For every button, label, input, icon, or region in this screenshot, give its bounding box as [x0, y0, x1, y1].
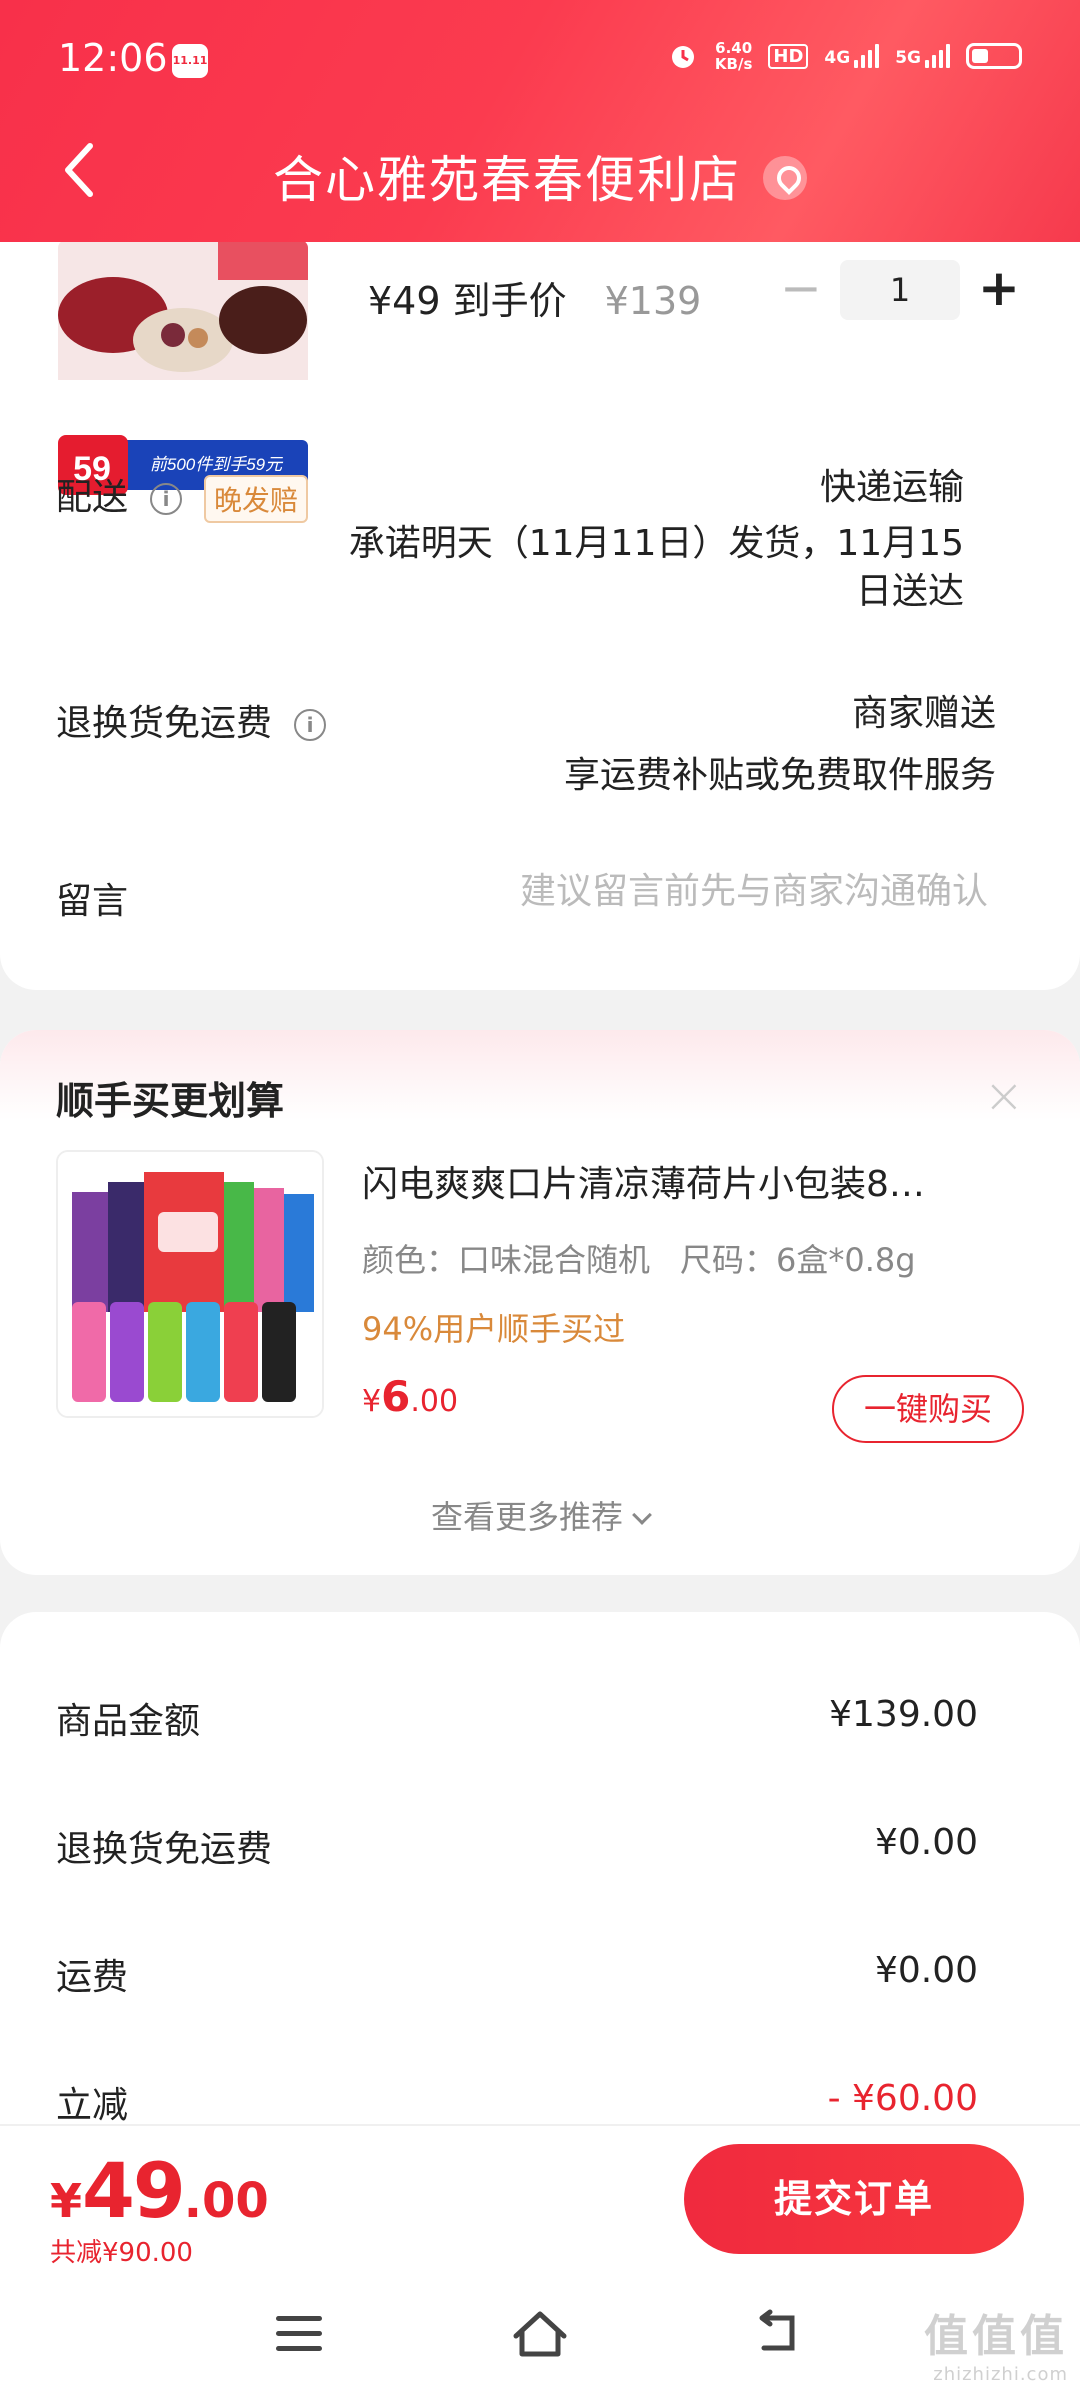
spec-size: 尺码：6盒*0.8g	[680, 1241, 916, 1279]
quantity-plus-button[interactable]: +	[978, 260, 1020, 320]
back-icon[interactable]	[752, 2308, 802, 2358]
price-summary-card: 商品金额 ¥139.00 退换货免运费 ¥0.00 运费 ¥0.00 立减 - …	[0, 1612, 1080, 2132]
recommend-product-name[interactable]: 闪电爽爽口片清凉薄荷片小包装8…	[362, 1155, 1022, 1207]
menu-icon[interactable]	[276, 2316, 322, 2352]
recommend-price-dec: .00	[410, 1384, 459, 1419]
summary-label: 运费	[56, 1957, 129, 1998]
message-label: 留言	[56, 881, 129, 922]
info-icon[interactable]: i	[150, 483, 183, 515]
alarm-icon	[671, 46, 694, 68]
battery-icon	[966, 43, 1022, 69]
status-icons: 6.40 KB/s HD 4G 5G	[667, 40, 1022, 72]
message-input[interactable]: 建议留言前先与商家沟通确认	[520, 868, 988, 916]
delivery-promise-2: 日送达	[855, 571, 964, 612]
signal-4g-icon: 4G	[824, 44, 880, 68]
recommend-product-spec: 颜色：口味混合随机 尺码：6盒*0.8g	[362, 1235, 916, 1281]
app-notification-icon: 11.11	[172, 44, 208, 78]
more-recommendations-label: 查看更多推荐	[430, 1498, 623, 1536]
more-recommendations-link[interactable]: 查看更多推荐	[0, 1492, 1080, 1538]
summary-value: ¥0.00	[874, 1950, 978, 1991]
recommend-product-image[interactable]	[56, 1150, 324, 1418]
status-bar: 12:06 11.11 6.40 KB/s HD 4G 5G	[0, 0, 1080, 120]
one-click-buy-button[interactable]: 一键购买	[832, 1375, 1024, 1443]
original-price: ¥139	[604, 279, 702, 323]
return-shipping-row: 退换货免运费 i	[56, 694, 327, 746]
header: 12:06 11.11 6.40 KB/s HD 4G 5G 合心雅苑春春便利店	[0, 0, 1080, 242]
store-name: 合心雅苑春春便利店	[273, 151, 741, 209]
return-shipping-detail: 商家赠送 享运费补贴或免费取件服务	[564, 690, 996, 800]
order-info-card: 59 前500件到手59元 ¥49 到手价 ¥139 − 1 + 配送 i 晚发赔 快…	[0, 120, 1080, 990]
delivery-method: 快递运输	[819, 467, 964, 508]
info-icon[interactable]: i	[294, 709, 327, 741]
social-proof: 94%用户顺手买过	[362, 1310, 626, 1348]
watermark-main: 值值值	[924, 2311, 1068, 2362]
watermark: 值值值 zhizhizhi.com	[924, 2300, 1068, 2385]
home-icon[interactable]	[510, 2306, 570, 2362]
signal-5g-icon: 5G	[895, 44, 950, 68]
checkout-bar: ¥49.00 共减¥90.00 提交订单	[0, 2124, 1080, 2270]
summary-value: ¥139.00	[829, 1694, 978, 1735]
return-shipping-line1: 商家赠送	[851, 693, 996, 734]
price-line: ¥49 到手价 ¥139	[368, 270, 701, 325]
close-icon[interactable]: ×	[984, 1068, 1024, 1124]
quantity-minus-button[interactable]: −	[780, 263, 822, 316]
delivery-label: 配送	[56, 477, 129, 518]
page-title: 合心雅苑春春便利店	[0, 140, 1080, 212]
return-shipping-label: 退换货免运费	[56, 703, 273, 744]
summary-label: 退换货免运费	[56, 1829, 273, 1870]
recommend-price-int: 6	[381, 1372, 411, 1421]
total-price: ¥49.00	[50, 2146, 269, 2235]
location-icon[interactable]	[763, 155, 807, 200]
recommend-card: 顺手买更划算 × 闪电爽爽口片清凉薄荷片小包装8… 颜色：口味混合随机 尺码：6盒…	[0, 1030, 1080, 1575]
late-compensation-tag: 晚发赔	[204, 475, 309, 523]
status-time: 12:06	[58, 36, 168, 80]
summary-value: ¥0.00	[874, 1822, 978, 1863]
recommend-title: 顺手买更划算	[56, 1079, 285, 1123]
hd-icon: HD	[768, 43, 809, 69]
recommend-price-yen: ¥	[362, 1384, 382, 1419]
total-saved: 共减¥90.00	[50, 2238, 193, 2268]
recommend-image-graphic	[58, 1152, 322, 1416]
discount-value: - ¥60.00	[827, 2078, 978, 2119]
total-yen: ¥	[50, 2174, 83, 2228]
summary-label: 商品金额	[56, 1701, 201, 1742]
net-speed: 6.40 KB/s	[714, 39, 753, 73]
submit-order-button[interactable]: 提交订单	[684, 2144, 1024, 2254]
delivery-row: 配送 i 晚发赔	[56, 468, 309, 523]
delivery-detail: 快递运输 承诺明天（11月11日）发货，11月15 日送达	[349, 464, 964, 616]
quantity-input[interactable]: 1	[840, 260, 960, 320]
summary-label: 立减	[56, 2085, 129, 2126]
return-shipping-line2: 享运费补贴或免费取件服务	[563, 755, 996, 796]
recommend-price: ¥6.00	[362, 1372, 458, 1421]
spec-color: 颜色：口味混合随机	[362, 1241, 651, 1279]
total-int: 49	[82, 2146, 186, 2235]
chevron-down-icon	[632, 1505, 652, 1525]
delivery-promise-1: 承诺明天（11月11日）发货，11月15	[348, 523, 964, 564]
system-nav-bar: 值值值 zhizhizhi.com	[0, 2270, 1080, 2400]
watermark-sub: zhizhizhi.com	[933, 2364, 1068, 2385]
total-dec: .00	[183, 2173, 269, 2229]
deal-price: ¥49 到手价	[368, 279, 567, 323]
